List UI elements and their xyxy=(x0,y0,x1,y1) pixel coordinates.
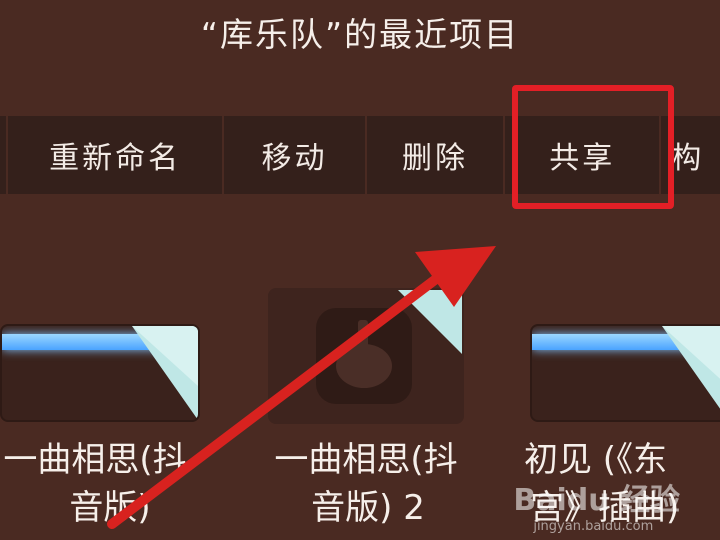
watermark-url: jingyan.baidu.com xyxy=(533,519,654,534)
baidu-logo: Baidu 经验 xyxy=(513,483,680,518)
red-arrow-annotation xyxy=(107,246,496,529)
baidu-watermark: Baidu 经验 jingyan.baidu.com xyxy=(513,475,680,534)
